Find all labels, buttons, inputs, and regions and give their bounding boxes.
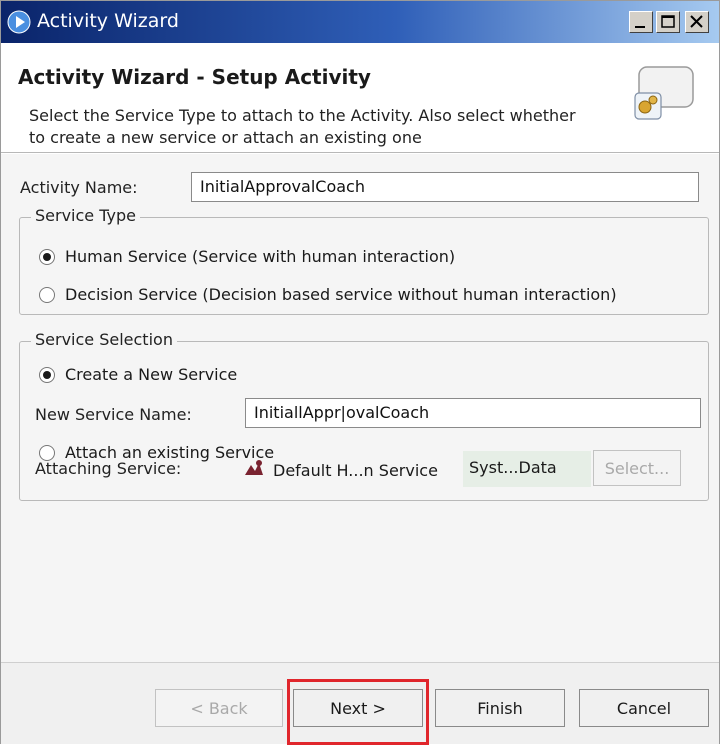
service-type-legend: Service Type xyxy=(31,206,140,225)
minimize-button[interactable] xyxy=(629,11,653,33)
radio-human-service-label: Human Service (Service with human intera… xyxy=(65,247,456,266)
new-service-name-input[interactable]: InitiallAppr|ovalCoach xyxy=(245,398,701,428)
maximize-icon xyxy=(661,15,675,28)
radio-decision-service[interactable]: Decision Service (Decision based service… xyxy=(39,285,617,304)
wizard-banner-icon xyxy=(633,63,697,123)
select-service-button[interactable]: Select... xyxy=(593,450,681,486)
attaching-service-value: Default H...n Service xyxy=(243,459,438,481)
radio-decision-service-label: Decision Service (Decision based service… xyxy=(65,285,617,304)
new-service-name-label: New Service Name: xyxy=(35,405,192,424)
activity-wizard-window: Activity Wizard Activity Wizard - Setup … xyxy=(0,0,720,745)
page-title: Activity Wizard - Setup Activity xyxy=(18,65,371,89)
wizard-footer: < Back Next > Finish Cancel xyxy=(1,662,719,745)
toolkit-field: Syst...Data xyxy=(463,451,591,487)
wizard-header: Activity Wizard - Setup Activity Select … xyxy=(1,43,719,153)
radio-create-new-label: Create a New Service xyxy=(65,365,238,384)
cancel-button[interactable]: Cancel xyxy=(579,689,709,727)
attaching-service-label: Attaching Service: xyxy=(35,459,182,478)
radio-selected-icon[interactable] xyxy=(39,248,55,265)
activity-name-input[interactable]: InitialApprovalCoach xyxy=(191,172,699,202)
wizard-content: Activity Name: InitialApprovalCoach Serv… xyxy=(1,154,719,662)
close-button[interactable] xyxy=(685,11,709,33)
close-icon xyxy=(690,15,703,28)
radio-selected-icon[interactable] xyxy=(39,366,55,383)
maximize-button[interactable] xyxy=(656,11,680,33)
back-button[interactable]: < Back xyxy=(155,689,283,727)
minimize-icon xyxy=(635,26,645,28)
radio-human-service[interactable]: Human Service (Service with human intera… xyxy=(39,247,455,266)
radio-create-new-service[interactable]: Create a New Service xyxy=(39,365,237,384)
title-bar[interactable]: Activity Wizard xyxy=(1,1,719,43)
finish-button[interactable]: Finish xyxy=(435,689,565,727)
window-title: Activity Wizard xyxy=(37,10,179,32)
next-highlight-box xyxy=(287,679,429,745)
page-description: Select the Service Type to attach to the… xyxy=(29,106,576,147)
activity-name-label: Activity Name: xyxy=(20,178,138,197)
radio-unselected-icon[interactable] xyxy=(39,286,55,303)
service-icon xyxy=(243,459,265,481)
attaching-service-name: Default H...n Service xyxy=(273,460,438,480)
app-icon xyxy=(7,10,31,34)
service-selection-legend: Service Selection xyxy=(31,330,177,349)
